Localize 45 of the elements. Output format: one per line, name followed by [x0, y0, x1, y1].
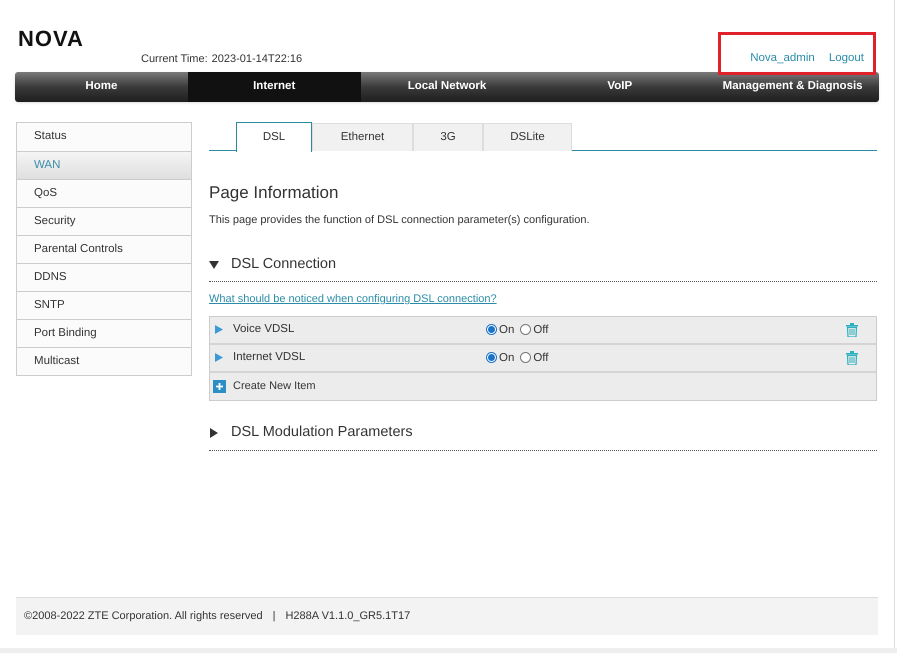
tab[interactable]: DSL	[236, 122, 312, 152]
connection-name: Voice VDSL	[233, 322, 296, 337]
radio-button[interactable]	[520, 324, 532, 335]
connection-name: Internet VDSL	[233, 350, 306, 365]
disclosure-icon[interactable]	[209, 260, 221, 270]
radio-button[interactable]	[486, 352, 497, 363]
section-title: DSL Modulation Parameters	[231, 423, 413, 442]
plus-icon[interactable]	[213, 380, 226, 392]
current-time: 2023-01-14T22:16	[212, 52, 302, 67]
radio-label: On	[499, 351, 514, 366]
radio-label: Off	[533, 351, 548, 366]
logo: NOVA	[18, 25, 84, 53]
radio-label: On	[499, 323, 514, 338]
sidebar-item[interactable]: Security	[17, 207, 191, 235]
expand-icon[interactable]	[215, 325, 223, 334]
sidebar-item[interactable]: QoS	[17, 179, 191, 207]
create-item-link[interactable]: Create New Item	[233, 378, 316, 394]
tab[interactable]: Ethernet	[312, 123, 413, 151]
current-time-label: Current Time:	[141, 52, 208, 67]
nav-tab[interactable]: Internet	[188, 72, 361, 102]
sidebar-item[interactable]: Status	[17, 123, 191, 151]
sidebar-item[interactable]: DDNS	[17, 263, 191, 291]
version-text: H288A V1.1.0_GR5.1T17	[285, 609, 410, 624]
nav-tab[interactable]: VoIP	[533, 72, 706, 102]
radio-label: Off	[533, 323, 548, 338]
sidebar-item[interactable]: Multicast	[17, 347, 191, 375]
expand-icon[interactable]	[215, 353, 223, 362]
logout-link[interactable]: Logout	[828, 50, 864, 68]
tab[interactable]: 3G	[413, 123, 483, 151]
nav-tab[interactable]: Local Network	[360, 72, 534, 102]
sidebar-item[interactable]: Parental Controls	[17, 235, 191, 263]
copyright-text: ©2008-2022 ZTE Corporation. All rights reserved	[24, 609, 263, 624]
tab[interactable]: DSLite	[483, 123, 572, 151]
nav-tab[interactable]: Home	[15, 72, 188, 102]
radio-button[interactable]	[520, 352, 532, 363]
section-title: DSL Connection	[231, 254, 336, 274]
help-link[interactable]: What should be noticed when configuring DSL connection?	[209, 291, 497, 308]
page-title: Page Information	[209, 182, 340, 204]
page-description: This page provides the function of DSL connection parameter(s) configuration.	[209, 212, 591, 228]
sidebar-item[interactable]: Port Binding	[17, 319, 191, 347]
radio-button[interactable]	[486, 324, 497, 335]
nav-tab[interactable]: Management & Diagnosis	[706, 72, 879, 102]
sidebar-item[interactable]: SNTP	[17, 291, 191, 319]
user-link[interactable]: Nova_admin	[750, 50, 815, 68]
separator: |	[272, 609, 276, 624]
